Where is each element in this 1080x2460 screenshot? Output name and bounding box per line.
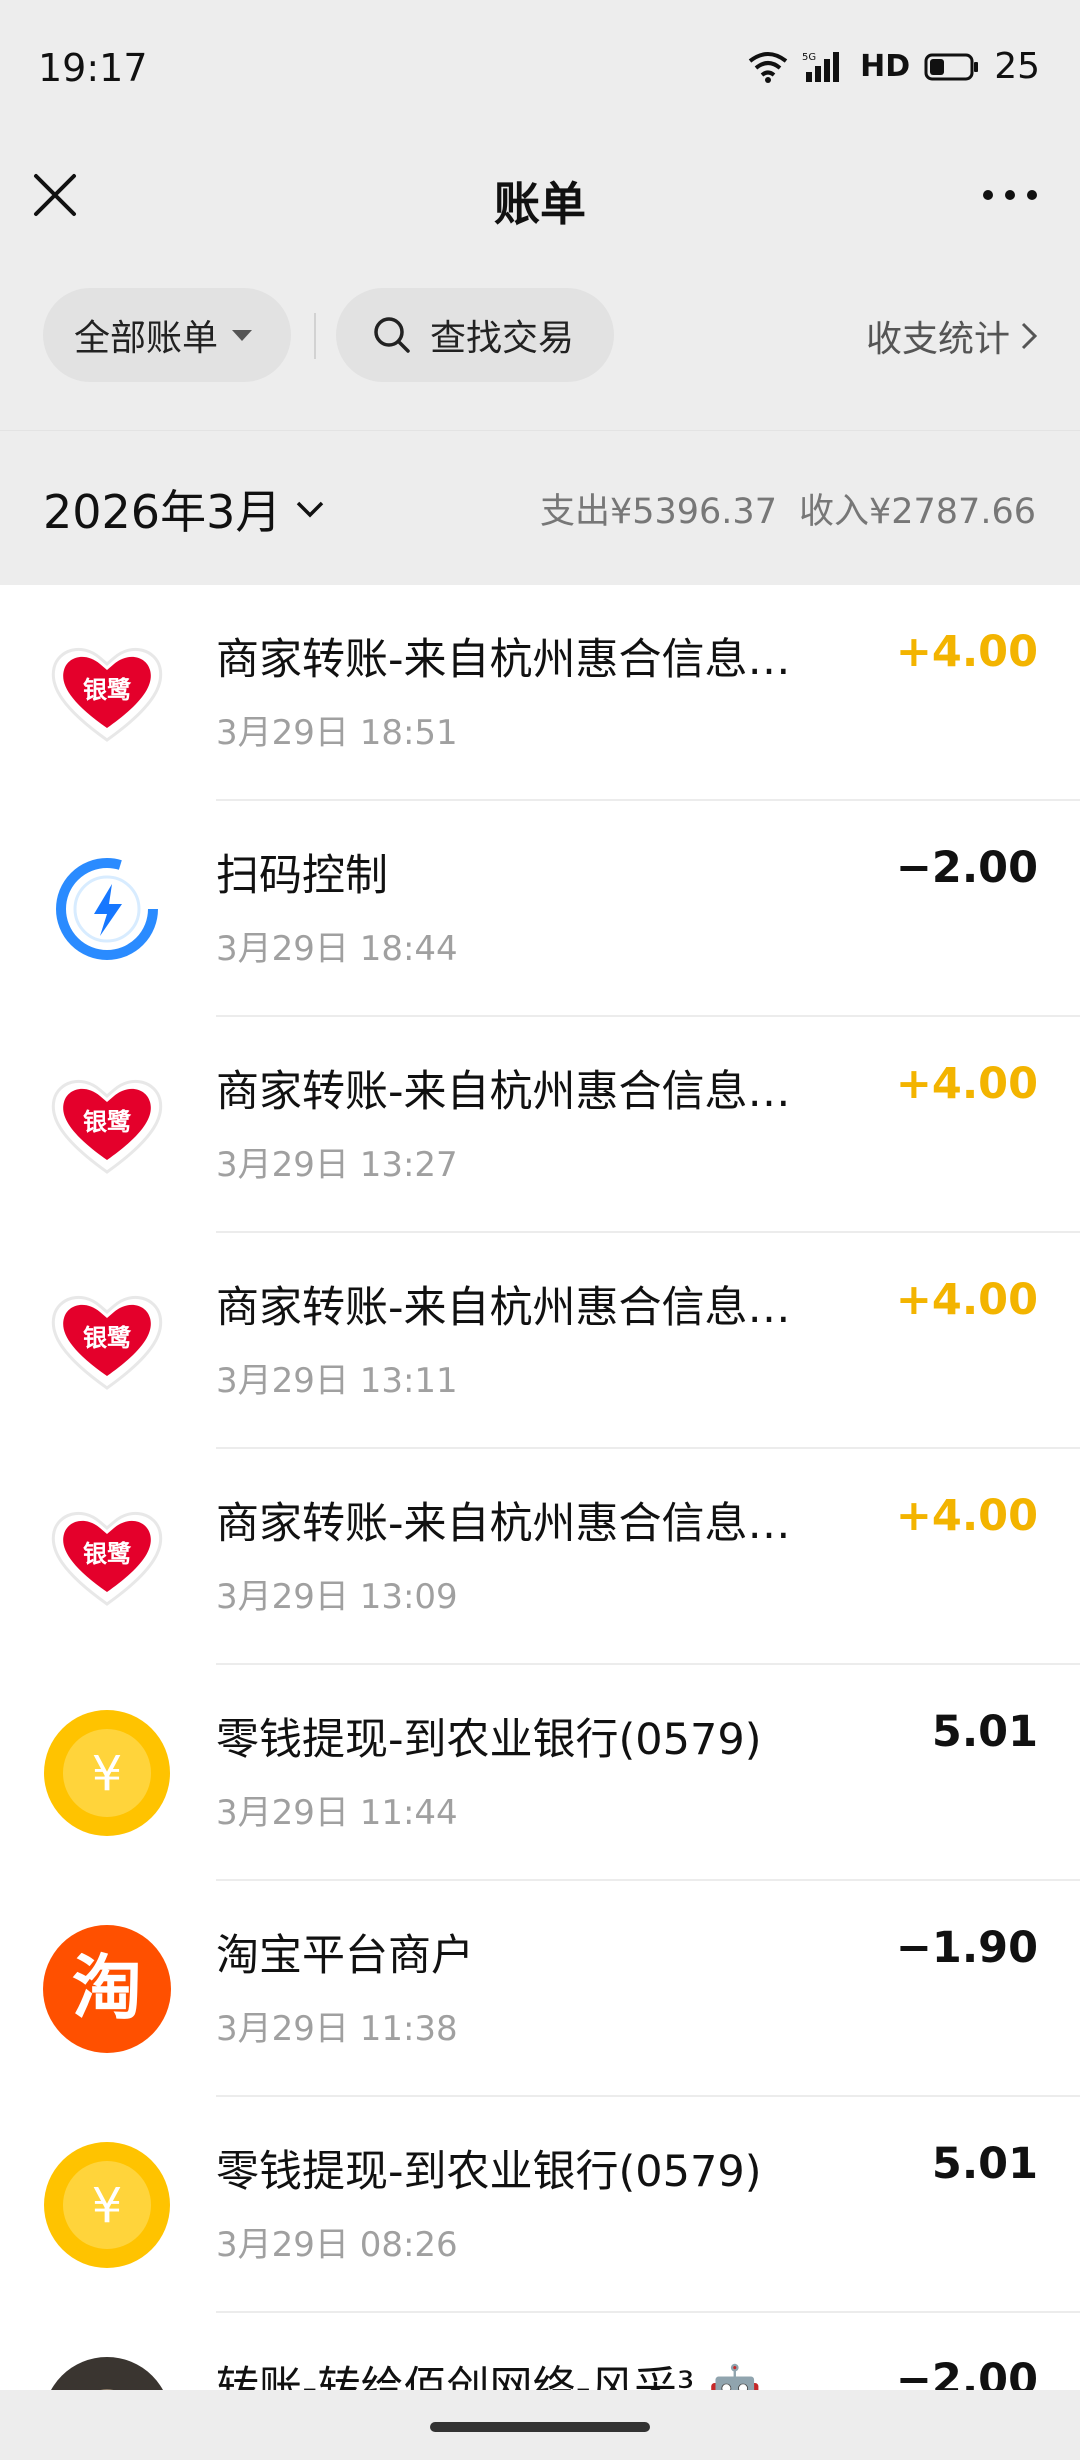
month-selector[interactable]: 2026年3月 bbox=[43, 476, 325, 542]
svg-text:银鹭: 银鹭 bbox=[83, 1108, 132, 1136]
transaction-item[interactable]: 银鹭 商家转账-来自杭州惠合信息… 3月29日 13:11 +4.00 bbox=[0, 1233, 1080, 1449]
transaction-time: 3月29日 18:44 bbox=[216, 929, 458, 969]
all-bills-label: 全部账单 bbox=[74, 318, 219, 359]
transaction-title: 零钱提现-到农业银行(0579) bbox=[216, 2147, 762, 2197]
transaction-item[interactable]: 银鹭 商家转账-来自杭州惠合信息… 3月29日 18:51 +4.00 bbox=[0, 585, 1080, 801]
battery-level: 25 bbox=[994, 46, 1040, 87]
bottom-bar bbox=[0, 2392, 1080, 2460]
transaction-amount: 5.01 bbox=[931, 1707, 1038, 1757]
search-label: 查找交易 bbox=[430, 318, 575, 359]
transaction-title: 扫码控制 bbox=[216, 851, 388, 901]
transaction-title: 商家转账-来自杭州惠合信息… bbox=[216, 1067, 791, 1117]
avatar-icon bbox=[51, 2357, 163, 2390]
yuan-coin-icon: ¥ bbox=[44, 2142, 170, 2268]
status-icons: 5G HD 25 bbox=[748, 46, 1040, 87]
status-time: 19:17 bbox=[38, 46, 148, 90]
transaction-amount: +4.00 bbox=[895, 1275, 1038, 1325]
transaction-time: 3月29日 13:27 bbox=[216, 1145, 458, 1185]
transaction-amount: +4.00 bbox=[895, 627, 1038, 677]
transaction-amount: −2.00 bbox=[895, 2355, 1038, 2390]
search-icon bbox=[374, 317, 410, 353]
wifi-icon bbox=[748, 51, 788, 83]
transaction-title: 零钱提现-到农业银行(0579) bbox=[216, 1715, 762, 1765]
stats-label: 收支统计 bbox=[865, 319, 1010, 360]
more-icon[interactable] bbox=[980, 180, 1040, 210]
taobao-icon: 淘 bbox=[43, 1925, 171, 2053]
chevron-right-icon bbox=[1021, 322, 1038, 350]
transaction-title: 淘宝平台商户 bbox=[216, 1931, 474, 1981]
yuan-coin-icon: ¥ bbox=[44, 1710, 170, 1836]
svg-text:¥: ¥ bbox=[92, 1746, 123, 1802]
all-bills-filter[interactable]: 全部账单 bbox=[43, 288, 291, 382]
scan-control-icon bbox=[56, 858, 158, 960]
month-label: 2026年3月 bbox=[43, 485, 282, 539]
transaction-item[interactable]: 转账-转给佰创网络-风采³ 🤖 −2.00 bbox=[0, 2313, 1080, 2390]
search-transactions-button[interactable]: 查找交易 bbox=[336, 288, 614, 382]
filter-row: 全部账单 查找交易 收支统计 bbox=[0, 285, 1080, 385]
transaction-amount: +4.00 bbox=[895, 1059, 1038, 1109]
battery-icon bbox=[924, 53, 979, 80]
svg-text:银鹭: 银鹭 bbox=[83, 1540, 132, 1568]
transaction-amount: −1.90 bbox=[895, 1923, 1038, 1973]
status-bar: 19:17 5G HD 25 bbox=[0, 0, 1080, 140]
transaction-item[interactable]: 银鹭 商家转账-来自杭州惠合信息… 3月29日 13:27 +4.00 bbox=[0, 1017, 1080, 1233]
transaction-amount: +4.00 bbox=[895, 1491, 1038, 1541]
transaction-title: 转账-转给佰创网络-风采³ 🤖 bbox=[216, 2363, 762, 2390]
unionpay-heart-icon: 银鹭 bbox=[51, 647, 163, 742]
income-expense-stats-link[interactable]: 收支统计 bbox=[866, 310, 1038, 362]
transaction-item[interactable]: 银鹭 商家转账-来自杭州惠合信息… 3月29日 13:09 +4.00 bbox=[0, 1449, 1080, 1665]
month-summary: 支出¥5396.37 收入¥2787.66 bbox=[540, 483, 1036, 534]
transaction-list: 银鹭 商家转账-来自杭州惠合信息… 3月29日 18:51 +4.00 扫码控制… bbox=[0, 585, 1080, 2390]
transaction-title: 商家转账-来自杭州惠合信息… bbox=[216, 1283, 791, 1333]
svg-text:银鹭: 银鹭 bbox=[83, 1324, 132, 1352]
month-header: 2026年3月 支出¥5396.37 收入¥2787.66 bbox=[0, 430, 1080, 586]
network-label: 5G bbox=[802, 52, 816, 63]
transaction-time: 3月29日 11:38 bbox=[216, 2009, 458, 2049]
page-title: 账单 bbox=[494, 177, 586, 231]
transaction-amount: 5.01 bbox=[931, 2139, 1038, 2189]
transaction-item[interactable]: 扫码控制 3月29日 18:44 −2.00 bbox=[0, 801, 1080, 1017]
nav-bar: 账单 bbox=[0, 140, 1080, 260]
transaction-time: 3月29日 11:44 bbox=[216, 1793, 458, 1833]
signal-5g-icon: 5G bbox=[802, 51, 840, 82]
income-total: 收入¥2787.66 bbox=[798, 492, 1036, 532]
transaction-time: 3月29日 13:11 bbox=[216, 1361, 458, 1401]
hd-label: HD bbox=[860, 49, 911, 84]
transaction-time: 3月29日 08:26 bbox=[216, 2225, 458, 2265]
transaction-time: 3月29日 18:51 bbox=[216, 713, 458, 753]
chevron-down-icon bbox=[297, 501, 324, 518]
expense-total: 支出¥5396.37 bbox=[539, 492, 777, 532]
unionpay-heart-icon: 银鹭 bbox=[51, 1511, 163, 1606]
caret-down-icon bbox=[232, 329, 253, 341]
transaction-title: 商家转账-来自杭州惠合信息… bbox=[216, 635, 791, 685]
unionpay-heart-icon: 银鹭 bbox=[51, 1079, 163, 1174]
transaction-item[interactable]: ¥ 零钱提现-到农业银行(0579) 3月29日 11:44 5.01 bbox=[0, 1665, 1080, 1881]
home-indicator[interactable] bbox=[430, 2422, 650, 2432]
transaction-item[interactable]: ¥ 零钱提现-到农业银行(0579) 3月29日 08:26 5.01 bbox=[0, 2097, 1080, 2313]
svg-text:银鹭: 银鹭 bbox=[83, 676, 132, 704]
transaction-title: 商家转账-来自杭州惠合信息… bbox=[216, 1499, 791, 1549]
transaction-time: 3月29日 13:09 bbox=[216, 1577, 458, 1617]
unionpay-heart-icon: 银鹭 bbox=[51, 1295, 163, 1390]
svg-text:淘: 淘 bbox=[72, 1947, 142, 2029]
transaction-amount: −2.00 bbox=[895, 843, 1038, 893]
transaction-item[interactable]: 淘 淘宝平台商户 3月29日 11:38 −1.90 bbox=[0, 1881, 1080, 2097]
divider bbox=[314, 313, 316, 359]
svg-text:¥: ¥ bbox=[92, 2178, 123, 2234]
